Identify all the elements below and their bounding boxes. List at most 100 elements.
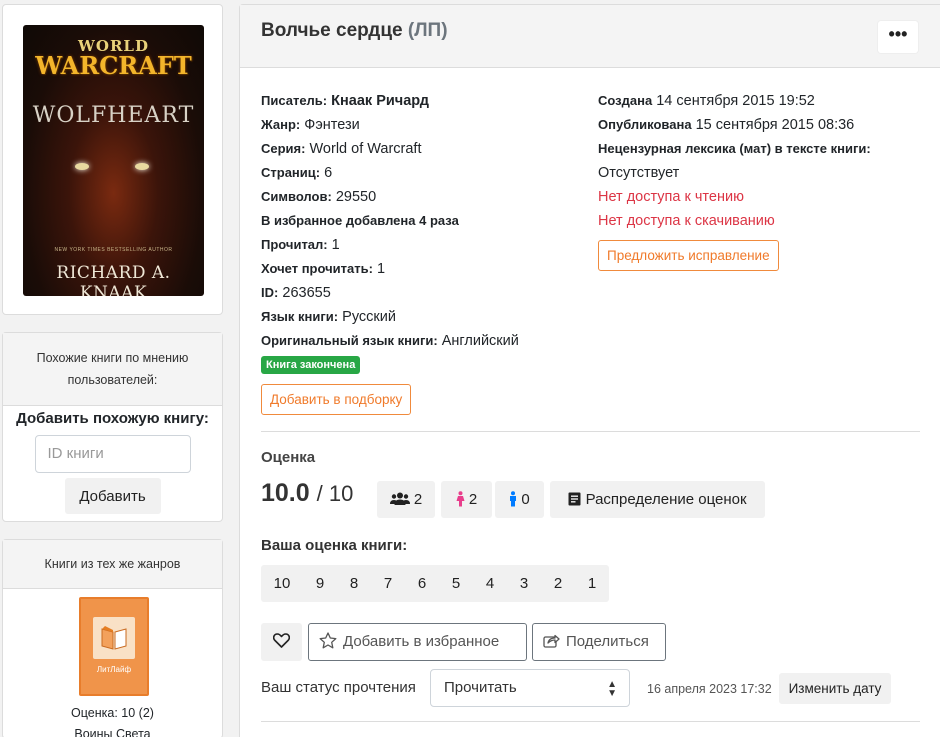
book-title-suffix: (ЛП) [407, 20, 448, 41]
book-title: Волчье сердце (ЛП) [261, 20, 448, 42]
votes-male-count: 0 [521, 491, 530, 508]
score-option[interactable]: 1 [575, 565, 609, 602]
cover-tagline: NEW YORK TIMES BESTSELLING AUTHOR [54, 247, 173, 253]
no-download-access: Нет доступа к скачиванию [598, 213, 775, 229]
book-id-input[interactable]: ID книги [34, 435, 191, 473]
book-title-text: Волчье сердце [261, 20, 403, 41]
add-to-collection-button[interactable]: Добавить в подборку [261, 384, 412, 415]
info-row: Символов: 29550 [261, 185, 519, 209]
score-option[interactable]: 10 [261, 565, 303, 602]
info-row: Прочитал: 1 [261, 233, 519, 257]
score-selector: 10 9 8 7 6 5 4 3 2 1 [261, 565, 609, 602]
more-options-button[interactable]: ••• [878, 21, 918, 53]
star-icon [319, 632, 337, 649]
info-row: Хочет прочитать: 1 [261, 257, 519, 281]
score-option[interactable]: 7 [371, 565, 405, 602]
like-button[interactable] [261, 623, 302, 661]
info-value: 1 [376, 261, 386, 277]
heart-icon [272, 633, 291, 648]
reading-status-date: 16 апреля 2023 17:32 [647, 682, 772, 696]
votes-all-button[interactable]: 2 [377, 481, 435, 518]
info-value: 1 [331, 237, 340, 253]
genre-book-cover[interactable]: ЛитЛайф [79, 597, 149, 696]
info-row: В избранное добавлена 4 раза [261, 209, 519, 233]
add-similar-button[interactable]: Добавить [64, 478, 161, 514]
female-icon [456, 490, 465, 507]
info-value: 6 [324, 165, 333, 181]
similar-books-card: Похожие книги по мнению пользователей: Д… [2, 332, 223, 522]
votes-female-button[interactable]: 2 [441, 481, 492, 518]
rating-max: / 10 [316, 481, 354, 506]
share-label: Поделиться [566, 633, 649, 650]
reading-status-select[interactable]: Прочитать ▲ ▼ [430, 669, 630, 707]
profanity-label: Нецензурная лексика (мат) в тексте книги… [598, 141, 871, 156]
completed-badge: Книга закончена [261, 356, 361, 375]
book-info-right: Создана 14 сентября 2015 19:52 Опубликов… [598, 89, 871, 233]
info-label: Серия: [261, 141, 306, 156]
add-to-favorites-button[interactable]: Добавить в избранное [308, 623, 527, 661]
rating-label: Оценка [261, 449, 316, 466]
votes-female-count: 2 [468, 491, 478, 508]
score-option[interactable]: 6 [405, 565, 439, 602]
score-option[interactable]: 4 [473, 565, 507, 602]
info-label: Оригинальный язык книги: [261, 333, 438, 348]
book-cover[interactable]: WORLD WARCRAFT WOLFHEART NEW YORK TIMES … [23, 25, 204, 296]
info-value: Русский [342, 309, 396, 325]
info-value[interactable]: World of Warcraft [310, 141, 422, 157]
info-label: Жанр: [261, 117, 301, 132]
info-row: Писатель: Кнаак Ричард [261, 89, 519, 113]
info-label: Хочет прочитать: [261, 261, 373, 276]
male-icon [510, 490, 517, 507]
same-genre-header: Книги из тех же жанров [3, 540, 222, 589]
suggest-fix-button[interactable]: Предложить исправление [598, 240, 779, 271]
share-icon [543, 634, 560, 648]
info-value[interactable]: Фэнтези [304, 117, 359, 133]
info-row: Жанр: Фэнтези [261, 113, 519, 137]
info-row: ID: 263655 [261, 281, 519, 305]
info-value[interactable]: Кнаак Ричард [331, 93, 429, 109]
book-header: Волчье сердце (ЛП) ••• [240, 5, 940, 68]
score-option[interactable]: 8 [337, 565, 371, 602]
created-row: Создана 14 сентября 2015 19:52 [598, 89, 871, 113]
badge-row: Книга закончена [261, 353, 519, 377]
votes-male-button[interactable]: 0 [495, 481, 544, 518]
open-book-icon [93, 617, 135, 659]
similar-books-header: Похожие книги по мнению пользователей: [3, 333, 222, 406]
divider [261, 431, 920, 432]
info-label: В избранное добавлена 4 раза [261, 213, 459, 228]
published-row: Опубликована 15 сентября 2015 08:36 [598, 113, 871, 137]
rating-distribution-button[interactable]: Распределение оценок [550, 481, 765, 518]
score-option[interactable]: 9 [303, 565, 337, 602]
score-option[interactable]: 2 [541, 565, 575, 602]
divider [261, 721, 920, 722]
genre-book-cover-label: ЛитЛайф [96, 665, 132, 674]
book-info-left: Писатель: Кнаак Ричард Жанр: Фэнтези Серия… [261, 89, 519, 377]
genre-book-title[interactable]: Воины Света [3, 727, 222, 737]
share-button[interactable]: Поделиться [532, 623, 666, 661]
add-to-favorites-label: Добавить в избранное [343, 633, 500, 650]
score-option[interactable]: 3 [507, 565, 541, 602]
info-row: Страниц: 6 [261, 161, 519, 185]
cover-series-logo: WORLD WARCRAFT [23, 37, 204, 80]
cover-book-title: WOLFHEART [32, 103, 195, 128]
no-read-access: Нет доступа к чтению [598, 189, 744, 205]
info-label: Язык книги: [261, 309, 339, 324]
profanity-row: Нецензурная лексика (мат) в тексте книги… [598, 137, 871, 161]
your-rating-label: Ваша оценка книги: [261, 537, 408, 554]
rating-value: 10.0 / 10 [261, 479, 353, 508]
info-value: 263655 [282, 285, 331, 301]
score-option[interactable]: 5 [439, 565, 473, 602]
add-similar-title: Добавить похожую книгу: [16, 410, 209, 427]
sort-caret-icon: ▲ ▼ [607, 679, 617, 699]
info-label: Писатель: [261, 93, 328, 108]
info-row: Оригинальный язык книги: Английский [261, 329, 519, 353]
info-label: Страниц: [261, 165, 321, 180]
created-label: Создана [598, 93, 653, 108]
book-main-card: Волчье сердце (ЛП) ••• Писатель: Кнаак Р… [239, 4, 940, 737]
published-label: Опубликована [598, 117, 692, 132]
change-date-button[interactable]: Изменить дату [779, 673, 891, 704]
info-label: Прочитал: [261, 237, 328, 252]
cover-eye [135, 163, 149, 170]
reading-status-label: Ваш статус прочтения [261, 679, 416, 696]
same-genre-card: Книги из тех же жанров ЛитЛайф Оценка: 1… [2, 539, 223, 737]
